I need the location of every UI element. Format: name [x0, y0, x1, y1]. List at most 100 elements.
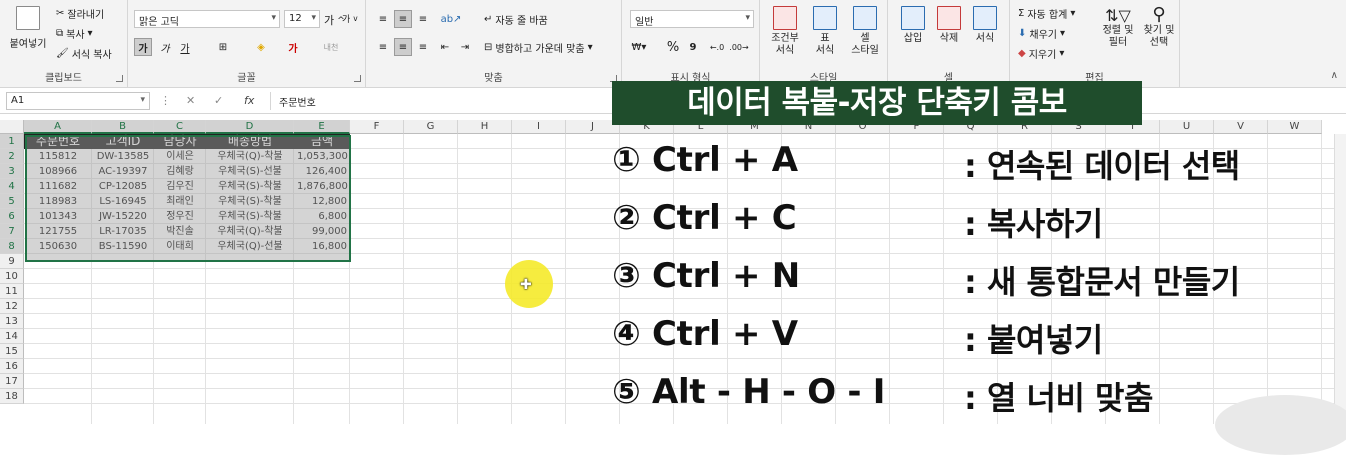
vertical-scrollbar[interactable] — [1334, 134, 1346, 424]
format-cells-button[interactable]: 서식 — [968, 6, 1002, 45]
comma-button[interactable]: 9 — [684, 38, 702, 56]
column-header-i[interactable]: I — [512, 120, 566, 134]
font-size-select[interactable]: 12 — [284, 10, 320, 28]
bold-button[interactable]: 가 — [134, 38, 152, 56]
align-bottom-button[interactable]: ≡ — [414, 10, 432, 28]
insert-function-icon[interactable]: fx — [244, 94, 254, 107]
number-format-select[interactable]: 일반 — [630, 10, 754, 28]
format-painter-button[interactable]: 🖌 서식 복사 — [56, 46, 112, 61]
chevron-down-icon: ▾ — [1070, 8, 1076, 19]
brush-icon: 🖌 — [56, 48, 69, 59]
column-header-w[interactable]: W — [1268, 120, 1322, 134]
currency-button[interactable]: ₩▾ — [630, 38, 648, 56]
decrease-indent-button[interactable]: ⇤ — [436, 38, 454, 56]
row-header-9[interactable]: 9 — [0, 254, 24, 269]
column-header-e[interactable]: E — [294, 120, 350, 134]
clear-button[interactable]: ◆ 지우기 ▾ — [1018, 46, 1064, 61]
row-header-1[interactable]: 1 — [0, 134, 24, 149]
column-header-a[interactable]: A — [24, 120, 92, 134]
alignment-group-label: 맞춤 — [484, 73, 503, 84]
row-header-15[interactable]: 15 — [0, 344, 24, 359]
paste-button[interactable]: 붙여넣기 — [8, 6, 48, 50]
format-icon — [973, 6, 997, 30]
row-header-14[interactable]: 14 — [0, 329, 24, 344]
row-header-6[interactable]: 6 — [0, 209, 24, 224]
column-header-h[interactable]: H — [458, 120, 512, 134]
delete-cells-button[interactable]: 삭제 — [932, 6, 966, 45]
increase-decimal-button[interactable]: ←.0 — [708, 38, 726, 56]
row-header-13[interactable]: 13 — [0, 314, 24, 329]
clipboard-group-label: 클립보드 — [45, 73, 82, 84]
row-header-10[interactable]: 10 — [0, 269, 24, 284]
underline-button[interactable]: 가 — [176, 38, 194, 56]
column-header-b[interactable]: B — [92, 120, 154, 134]
cells-group: 삽입 삭제 서식 셀 — [888, 0, 1010, 88]
merge-center-button[interactable]: ⊟ 병합하고 가운데 맞춤 ▾ — [484, 40, 593, 55]
row-header-8[interactable]: 8 — [0, 239, 24, 254]
paint-bucket-icon: ◈ — [257, 41, 265, 53]
conditional-format-button[interactable]: 조건부 서식 — [766, 6, 804, 57]
align-center-button[interactable]: ≡ — [394, 38, 412, 56]
editing-group: Σ 자동 합계 ▾ ⬇ 채우기 ▾ ◆ 지우기 ▾ ⇅▽ 정렬 및 필터 ⚲ 찾기 및 선택… — [1010, 0, 1180, 88]
find-select-button[interactable]: ⚲ 찾기 및 선택 — [1140, 4, 1178, 49]
row-header-5[interactable]: 5 — [0, 194, 24, 209]
row-header-11[interactable]: 11 — [0, 284, 24, 299]
fill-color-button[interactable]: ◈ — [252, 38, 270, 56]
align-right-button[interactable]: ≡ — [414, 38, 432, 56]
column-header-f[interactable]: F — [350, 120, 404, 134]
selected-range — [25, 135, 351, 262]
row-header-4[interactable]: 4 — [0, 179, 24, 194]
select-all-button[interactable] — [0, 120, 24, 134]
column-header-u[interactable]: U — [1160, 120, 1214, 134]
font-name-select[interactable]: 맑은 고딕 — [134, 10, 280, 28]
font-color-icon: 가 — [288, 43, 298, 55]
cut-button[interactable]: ✂ 잘라내기 — [56, 6, 104, 21]
font-color-button[interactable]: 가 — [284, 38, 302, 56]
row-header-17[interactable]: 17 — [0, 374, 24, 389]
fill-label: 채우기 — [1029, 30, 1057, 41]
sort-filter-button[interactable]: ⇅▽ 정렬 및 필터 — [1100, 6, 1136, 49]
row-header-18[interactable]: 18 — [0, 389, 24, 404]
increase-indent-button[interactable]: ⇥ — [456, 38, 474, 56]
column-header-g[interactable]: G — [404, 120, 458, 134]
column-header-d[interactable]: D — [206, 120, 294, 134]
row-header-12[interactable]: 12 — [0, 299, 24, 314]
italic-button[interactable]: 가 — [156, 38, 174, 56]
phonetic-button[interactable]: 내천 — [322, 38, 340, 56]
shortcut-desc-4: : 붙여넣기 — [964, 321, 1103, 359]
insert-cells-button[interactable]: 삽입 — [896, 6, 930, 45]
enter-icon[interactable]: ✓ — [214, 94, 223, 107]
shrink-font-button[interactable]: 가v — [342, 12, 358, 25]
clipboard-launcher-icon[interactable] — [116, 75, 123, 82]
ribbon: 붙여넣기 ✂잘라내기 ⧉복사▾ 🖌서식 복사 클립보드 맑은 고딕 12 가^ … — [0, 0, 1346, 88]
align-middle-button[interactable]: ≡ — [394, 10, 412, 28]
decrease-decimal-button[interactable]: .00→ — [729, 38, 748, 56]
fill-button[interactable]: ⬇ 채우기 ▾ — [1018, 26, 1065, 41]
font-launcher-icon[interactable] — [354, 75, 361, 82]
align-left-button[interactable]: ≡ — [374, 38, 392, 56]
name-box[interactable]: A1 — [6, 92, 150, 110]
cancel-icon[interactable]: ✕ — [186, 94, 195, 107]
cell-styles-button[interactable]: 셀 스타일 — [846, 6, 884, 57]
alignment-group: ≡ ≡ ≡ ab↗ ≡ ≡ ≡ ⇤ ⇥ ↵ 자동 줄 바꿈 ⊟ 병합하고 가운데 맞… — [366, 0, 622, 88]
row-header-16[interactable]: 16 — [0, 359, 24, 374]
font-group-label: 글꼴 — [237, 73, 256, 84]
percent-button[interactable]: % — [664, 38, 682, 56]
align-top-button[interactable]: ≡ — [374, 10, 392, 28]
autosum-button[interactable]: Σ 자동 합계 ▾ — [1018, 6, 1075, 21]
collapse-ribbon-icon[interactable]: ∧ — [1331, 70, 1338, 81]
cell-cursor-icon: ✚ — [520, 277, 532, 293]
column-header-v[interactable]: V — [1214, 120, 1268, 134]
grid-hline — [24, 358, 1334, 359]
copy-button[interactable]: ⧉ 복사 ▾ — [56, 26, 93, 41]
wrap-text-button[interactable]: ↵ 자동 줄 바꿈 — [484, 12, 548, 27]
orientation-button[interactable]: ab↗ — [441, 10, 462, 28]
format-as-table-button[interactable]: 표 서식 — [806, 6, 844, 57]
row-header-7[interactable]: 7 — [0, 224, 24, 239]
row-header-3[interactable]: 3 — [0, 164, 24, 179]
border-button[interactable]: ⊞ — [214, 38, 232, 56]
column-header-c[interactable]: C — [154, 120, 206, 134]
align-middle-icon: ≡ — [398, 13, 408, 25]
scissors-icon: ✂ — [56, 8, 65, 19]
row-header-2[interactable]: 2 — [0, 149, 24, 164]
